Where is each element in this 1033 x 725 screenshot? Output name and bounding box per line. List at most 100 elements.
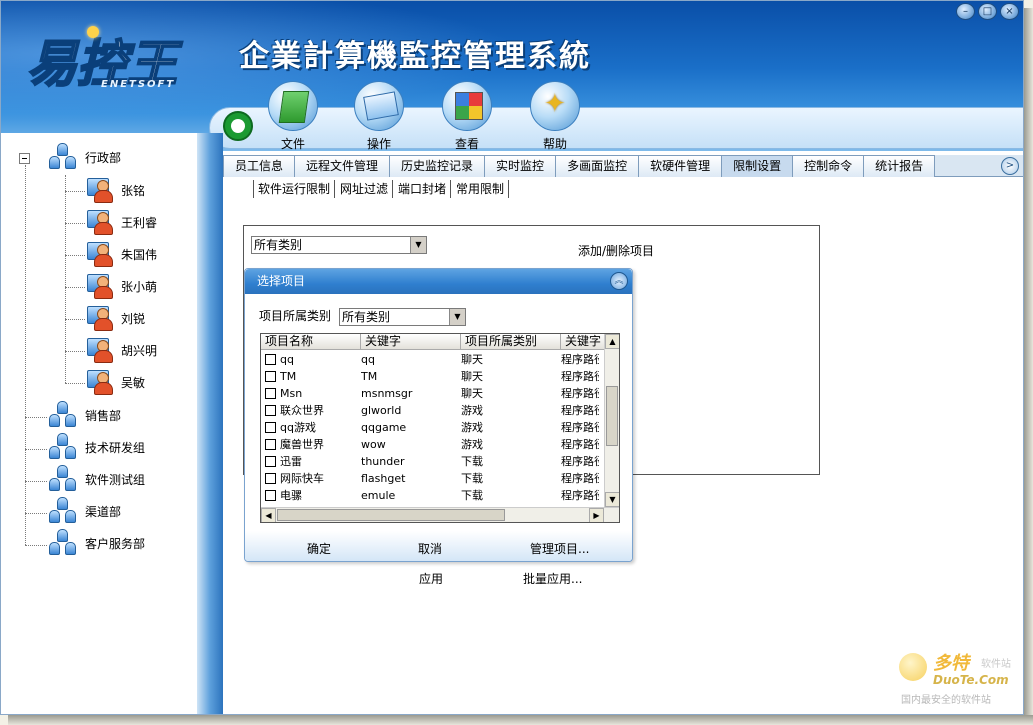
maximize-button[interactable]: □ <box>978 3 997 20</box>
column-header-keyword[interactable]: 关键字 <box>361 334 461 350</box>
row-checkbox[interactable] <box>265 371 276 382</box>
table-row[interactable]: 网际快车 flashget 下载 程序路径 <box>261 470 599 487</box>
subtab-software-run[interactable]: 软件运行限制 <box>253 180 336 198</box>
row-checkbox[interactable] <box>265 473 276 484</box>
tab-employee-info[interactable]: 员工信息 <box>223 155 296 177</box>
row-checkbox[interactable] <box>265 354 276 365</box>
toolbar-help-button[interactable]: 帮助 <box>525 81 585 152</box>
dialog-category-value: 所有类别 <box>342 310 391 324</box>
dialog-title: 选择项目 <box>257 274 306 288</box>
tab-restrictions[interactable]: 限制设置 <box>722 155 794 177</box>
operation-icon <box>354 81 404 131</box>
category-select[interactable]: 所有类别 ▼ <box>251 236 427 254</box>
tree-node-group[interactable]: 客户服务部 <box>47 529 145 555</box>
cell-category: 聊天 <box>461 353 483 366</box>
user-icon <box>87 304 115 332</box>
tree-node-label: 行政部 <box>85 150 122 165</box>
manage-items-button[interactable]: 管理项目... <box>530 540 589 557</box>
table-row[interactable]: 电骡 emule 下载 程序路径 <box>261 487 599 504</box>
tree-node-member[interactable]: 胡兴明 <box>87 338 157 363</box>
minimize-button[interactable]: – <box>956 3 975 20</box>
row-checkbox[interactable] <box>265 422 276 433</box>
group-icon <box>47 465 79 493</box>
tree-node-member[interactable]: 张铭 <box>87 178 145 203</box>
batch-apply-button[interactable]: 批量应用... <box>523 570 582 587</box>
cell-name: Msn <box>280 387 303 400</box>
collapse-toggle-icon[interactable] <box>19 153 30 164</box>
tab-reports[interactable]: 统计报告 <box>864 155 936 177</box>
table-row[interactable]: 联众世界 glworld 游戏 程序路径 <box>261 402 599 419</box>
tree-node-member[interactable]: 吴敏 <box>87 368 145 396</box>
tree-node-group[interactable]: 渠道部 <box>47 497 121 523</box>
tab-hw-sw[interactable]: 软硬件管理 <box>639 155 723 177</box>
cancel-button[interactable]: 取消 <box>418 540 442 557</box>
subtab-common[interactable]: 常用限制 <box>451 180 510 198</box>
tab-remote-files[interactable]: 远程文件管理 <box>295 155 391 177</box>
scroll-right-icon[interactable]: ▶ <box>589 508 604 522</box>
items-table-header: 项目名称 关键字 项目所属类别 关键字 <box>261 334 606 350</box>
scroll-thumb[interactable] <box>277 509 505 521</box>
tab-multiscreen[interactable]: 多画面监控 <box>556 155 640 177</box>
cell-keyword: wow <box>361 438 386 451</box>
row-checkbox[interactable] <box>265 388 276 399</box>
tab-realtime[interactable]: 实时监控 <box>485 155 557 177</box>
tree-node-group[interactable]: 销售部 <box>47 401 122 427</box>
table-row[interactable]: qq游戏 qqgame 游戏 程序路径 <box>261 419 599 436</box>
column-header-category[interactable]: 项目所属类别 <box>461 334 561 350</box>
splitter[interactable] <box>197 133 223 714</box>
toolbar-view-button[interactable]: 查看 <box>437 81 497 152</box>
tab-history[interactable]: 历史监控记录 <box>390 155 486 177</box>
tree-node-member[interactable]: 朱国伟 <box>87 242 157 267</box>
tree-node-group[interactable]: 技术研发组 <box>47 433 145 459</box>
department-tree-panel: 行政部 张铭 王利睿 朱国伟 张小萌 刘锐 胡兴明 吴敏 销售部 技术研发组 软… <box>1 133 221 714</box>
cell-name: 魔兽世界 <box>280 438 324 451</box>
dialog-category-select[interactable]: 所有类别 ▼ <box>339 308 466 326</box>
subtab-url-filter[interactable]: 网址过滤 <box>335 180 394 198</box>
horizontal-scrollbar[interactable]: ◀ ▶ <box>261 507 619 522</box>
tree-node-member[interactable]: 王利睿 <box>87 210 157 235</box>
toolbar-operation-button[interactable]: 操作 <box>349 81 409 152</box>
logo-subtitle: ENETSOFT <box>101 79 176 90</box>
table-row[interactable]: qq qq 聊天 程序路径 <box>261 351 599 368</box>
row-checkbox[interactable] <box>265 405 276 416</box>
tree-node-group[interactable]: 软件测试组 <box>47 465 145 493</box>
watermark-site: DuoTe.Com <box>933 673 1009 687</box>
tree-connector <box>25 545 47 546</box>
table-row[interactable]: 魔兽世界 wow 游戏 程序路径 <box>261 436 599 453</box>
apply-button[interactable]: 应用 <box>419 570 443 587</box>
cell-category: 下载 <box>461 472 483 485</box>
dialog-category-label: 项目所属类别 <box>259 309 332 323</box>
tree-node-member[interactable]: 刘锐 <box>87 304 145 332</box>
scroll-up-icon[interactable]: ▲ <box>605 334 619 349</box>
cell-keyword: glworld <box>361 404 402 417</box>
app-logo: 易控王 <box>26 34 184 94</box>
toolbar-file-button[interactable]: 文件 <box>263 81 323 152</box>
user-icon <box>87 368 115 396</box>
table-row[interactable]: TM TM 聊天 程序路径 <box>261 368 599 385</box>
tree-node-member[interactable]: 张小萌 <box>87 274 157 299</box>
scroll-down-icon[interactable]: ▼ <box>605 492 619 507</box>
cell-name: qq <box>280 353 294 366</box>
close-button[interactable]: × <box>1000 3 1019 20</box>
scroll-thumb[interactable] <box>606 386 618 446</box>
dialog-title-bar[interactable]: 选择项目 ︽ <box>245 269 632 294</box>
cell-category: 聊天 <box>461 387 483 400</box>
row-checkbox[interactable] <box>265 490 276 501</box>
tree-node-root[interactable]: 行政部 <box>47 143 122 169</box>
scroll-left-icon[interactable]: ◀ <box>261 508 276 522</box>
table-row[interactable]: Msn msnmsgr 聊天 程序路径 <box>261 385 599 402</box>
ok-button[interactable]: 确定 <box>307 540 331 557</box>
tree-node-label: 销售部 <box>85 408 122 423</box>
tab-scroll-right-icon[interactable]: > <box>1001 157 1019 175</box>
vertical-scrollbar[interactable]: ▲ ▼ <box>604 334 619 507</box>
add-remove-items-button[interactable]: 添加/删除项目 <box>578 242 654 259</box>
column-header-keyword-type[interactable]: 关键字 <box>561 334 606 350</box>
tab-commands[interactable]: 控制命令 <box>793 155 865 177</box>
watermark-brand-sub: 软件站 <box>981 659 1011 670</box>
column-header-name[interactable]: 项目名称 <box>261 334 361 350</box>
table-row[interactable]: 迅雷 thunder 下载 程序路径 <box>261 453 599 470</box>
subtab-port-block[interactable]: 端口封堵 <box>393 180 452 198</box>
row-checkbox[interactable] <box>265 439 276 450</box>
dialog-collapse-icon[interactable]: ︽ <box>610 272 628 290</box>
row-checkbox[interactable] <box>265 456 276 467</box>
